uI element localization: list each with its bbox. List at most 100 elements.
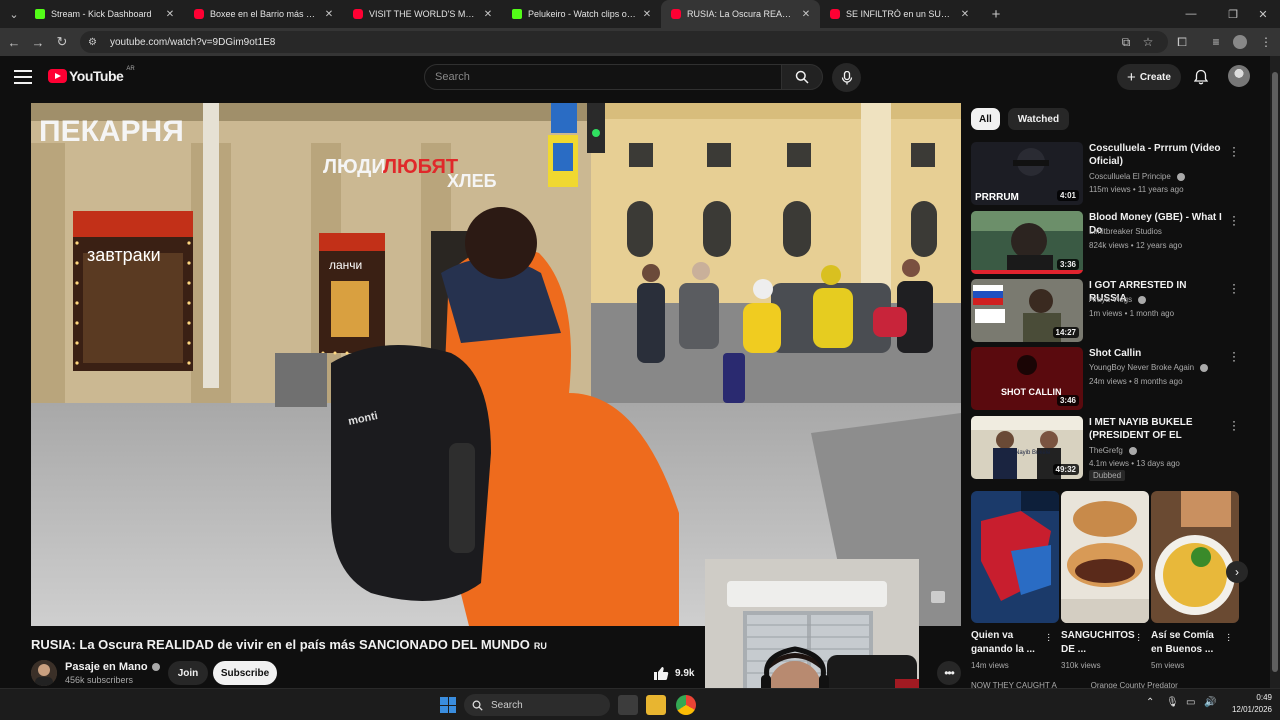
cast-icon[interactable]: ⧉ xyxy=(1114,30,1138,54)
more-options-icon[interactable]: · · · xyxy=(1229,210,1239,230)
video-thumbnail[interactable]: 3:36 xyxy=(971,211,1083,274)
channel-name-text: Cosculluela El Principe xyxy=(1089,172,1171,181)
new-tab-button[interactable]: + xyxy=(985,6,1007,23)
browser-tab-bar: ⌄ Stream - Kick Dashboard ✕ Boxee en el … xyxy=(0,0,1280,28)
extensions-icon[interactable]: ⧠ xyxy=(1170,30,1194,54)
task-view-icon[interactable] xyxy=(618,695,638,715)
volume-icon[interactable]: 🔊 xyxy=(1204,697,1216,708)
recommendation-item[interactable]: PRRRUM 4:01 Cosculluela - Prrrum (Video … xyxy=(971,141,1251,206)
short-item[interactable]: Quien va ganando la ... 14m views · · · xyxy=(971,491,1059,670)
scrollbar-thumb[interactable] xyxy=(1272,72,1278,672)
tab-visit-world[interactable]: VISIT THE WORLD'S MOST HUNTED ✕ xyxy=(343,0,502,28)
network-icon[interactable]: ▭ xyxy=(1186,697,1195,708)
more-options-icon[interactable]: · · · xyxy=(1047,630,1050,646)
reading-list-icon[interactable]: ≡ xyxy=(1204,30,1228,54)
more-actions-button[interactable]: ••• xyxy=(937,661,961,685)
voice-search-button[interactable] xyxy=(832,63,861,92)
close-icon[interactable]: ✕ xyxy=(164,9,176,20)
youtube-logo[interactable]: YouTube AR xyxy=(48,66,135,84)
video-thumbnail[interactable]: PRRRUM 4:01 xyxy=(971,142,1083,205)
forward-button[interactable]: → xyxy=(26,30,50,54)
page-scrollbar[interactable] xyxy=(1270,56,1280,688)
create-button[interactable]: + Create xyxy=(1117,64,1181,90)
short-item[interactable]: Así se Comía en Buenos ... 5m views · · · xyxy=(1151,491,1239,670)
join-button[interactable]: Join xyxy=(168,661,208,685)
channel-avatar[interactable] xyxy=(31,660,57,686)
video-thumbnail[interactable]: SHOT CALLIN 3:46 xyxy=(971,347,1083,410)
youtube-icon xyxy=(194,9,204,19)
verified-icon xyxy=(1138,295,1147,304)
chip-all[interactable]: All xyxy=(971,108,1000,130)
account-avatar[interactable] xyxy=(1228,65,1250,87)
close-icon[interactable]: ✕ xyxy=(641,9,653,20)
short-thumbnail[interactable] xyxy=(1151,491,1239,623)
channel-name[interactable]: Pasaje en Mano xyxy=(65,661,160,673)
channel-name: YoungBoy Never Broke Again xyxy=(1089,363,1209,372)
windows-start-icon[interactable] xyxy=(440,697,456,713)
shorts-shelf: Quien va ganando la ... 14m views · · · SA… xyxy=(971,491,1241,676)
close-icon[interactable]: ✕ xyxy=(323,9,335,20)
file-explorer-icon[interactable] xyxy=(646,695,666,715)
search-input[interactable] xyxy=(435,71,781,83)
short-item[interactable]: SANGUCHITOS DE ... 310k views · · · xyxy=(1061,491,1149,670)
tab-search-icon[interactable]: ⌄ xyxy=(3,3,25,25)
more-options-icon[interactable]: · · · xyxy=(1229,346,1239,366)
youtube-icon xyxy=(830,9,840,19)
like-button[interactable]: 9.9k xyxy=(653,661,705,685)
verified-icon xyxy=(151,663,160,672)
more-options-icon[interactable]: · · · xyxy=(1229,278,1239,298)
plus-icon: + xyxy=(1127,68,1136,86)
short-thumbnail[interactable] xyxy=(1061,491,1149,623)
search-button[interactable] xyxy=(781,64,823,90)
video-duration: 49:32 xyxy=(1052,464,1079,475)
tab-title: RUSIA: La Oscura REALIDAD de vivir xyxy=(687,9,796,19)
recommendation-item[interactable]: 3:36 Blood Money (GBE) - What I Do Limit… xyxy=(971,210,1251,275)
recommendation-item[interactable]: SHOT CALLIN 3:46 Shot Callin YoungBoy Ne… xyxy=(971,346,1251,411)
site-info-icon[interactable]: ⚙ xyxy=(88,37,100,48)
microphone-tray-icon[interactable]: 🎙 xyxy=(1166,697,1179,708)
more-options-icon[interactable]: · · · xyxy=(1227,630,1230,646)
reload-button[interactable]: ↻ xyxy=(50,30,74,54)
tab-pelukeiro[interactable]: Pelukeiro - Watch clips on Kick ✕ xyxy=(502,0,661,28)
video-thumbnail[interactable]: 14:27 xyxy=(971,279,1083,342)
url-field[interactable]: ⚙ youtube.com/watch?v=9DGim9ot1E8 xyxy=(80,31,1168,53)
tab-boxee[interactable]: Boxee en el Barrio más Peligroso ✕ xyxy=(184,0,343,28)
window-close-button[interactable]: ✕ xyxy=(1246,0,1280,28)
video-player[interactable]: ПЕКАРНЯ ЛЮДИ ЛЮБЯТ ХЛЕБ завтраки ланчи m… xyxy=(31,103,961,626)
tab-kick-dashboard[interactable]: Stream - Kick Dashboard ✕ xyxy=(25,0,184,28)
verified-icon xyxy=(1177,172,1186,181)
youtube-header: YouTube AR + Create xyxy=(0,56,1270,98)
more-options-icon[interactable]: · · · xyxy=(1229,141,1239,161)
chrome-icon[interactable] xyxy=(676,695,696,715)
browser-menu-icon[interactable]: ⋮ xyxy=(1254,30,1278,54)
shorts-next-button[interactable]: › xyxy=(1226,561,1248,583)
short-thumbnail[interactable] xyxy=(971,491,1059,623)
video-thumbnail[interactable]: Nayib Bukele 49:32 xyxy=(971,416,1083,479)
sign-people: ЛЮДИ xyxy=(323,156,386,178)
close-icon[interactable]: ✕ xyxy=(800,9,812,20)
bookmark-star-icon[interactable]: ☆ xyxy=(1136,30,1160,54)
more-options-icon[interactable]: · · · xyxy=(1137,630,1140,646)
tab-rusia-active[interactable]: RUSIA: La Oscura REALIDAD de vivir ✕ xyxy=(661,0,820,28)
notifications-button[interactable] xyxy=(1190,66,1212,88)
minimize-button[interactable]: — xyxy=(1174,0,1208,28)
menu-icon[interactable] xyxy=(14,70,32,84)
tab-submarino[interactable]: SE INFILTRÓ en un SUBMARINO ✕ xyxy=(820,0,979,28)
video-duration: 4:01 xyxy=(1056,190,1079,201)
subscribe-button[interactable]: Subscribe xyxy=(213,661,277,685)
sign-breakfast: завтраки xyxy=(87,245,161,265)
tray-chevron-icon[interactable]: ⌃ xyxy=(1146,697,1154,708)
taskbar-search[interactable]: Search xyxy=(464,694,610,716)
recommendation-item[interactable]: 14:27 I GOT ARRESTED IN RUSSIA Araya Vlo… xyxy=(971,278,1251,343)
more-options-icon[interactable]: · · · xyxy=(1229,415,1239,435)
close-icon[interactable]: ✕ xyxy=(482,9,494,20)
verified-icon xyxy=(1129,446,1138,455)
recommendation-item[interactable]: Nayib Bukele 49:32 I MET NAYIB BUKELE (P… xyxy=(971,415,1251,481)
profile-avatar-icon[interactable] xyxy=(1228,30,1252,54)
search-box[interactable] xyxy=(424,64,782,90)
back-button[interactable]: ← xyxy=(2,30,26,54)
system-clock[interactable]: 0:49 12/01/2026 xyxy=(1224,692,1272,716)
chip-watched[interactable]: Watched xyxy=(1007,108,1070,130)
close-icon[interactable]: ✕ xyxy=(959,9,971,20)
restore-button[interactable]: ❐ xyxy=(1216,0,1250,28)
